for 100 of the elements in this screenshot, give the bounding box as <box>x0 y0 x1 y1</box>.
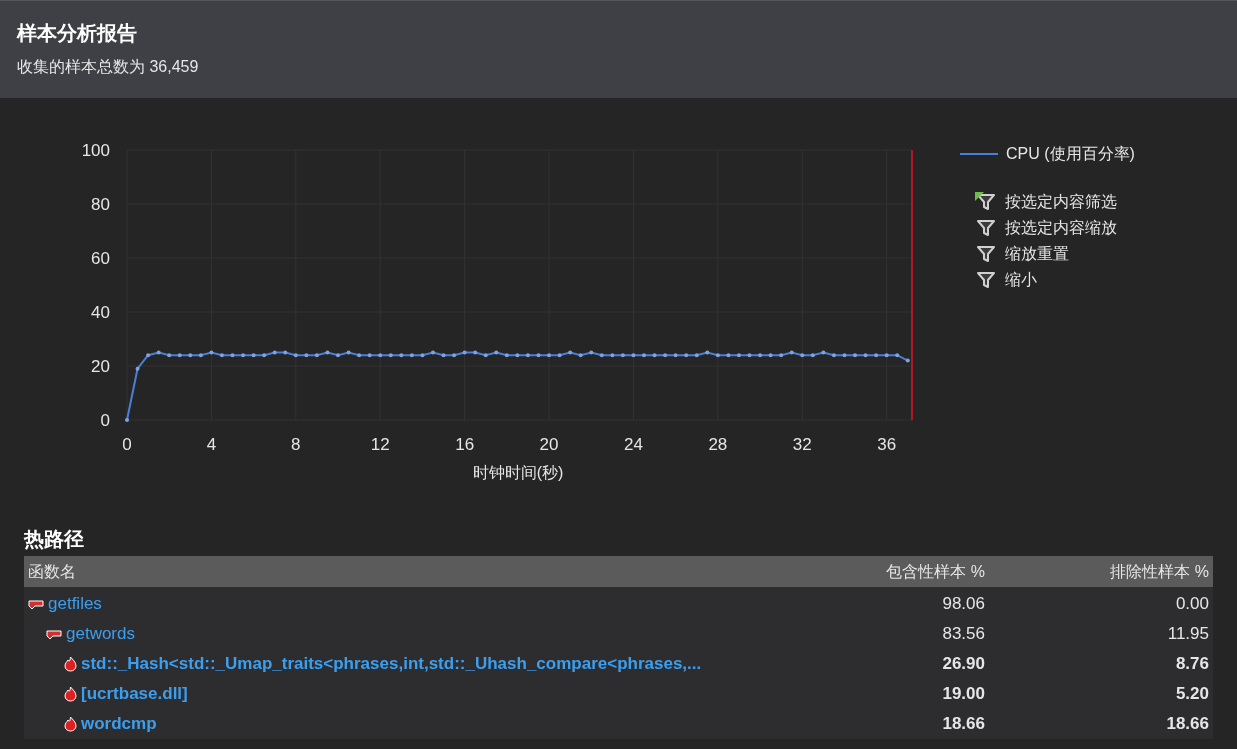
data-point <box>219 353 224 358</box>
data-point <box>146 353 151 358</box>
function-name-link[interactable]: wordcmp <box>81 711 157 737</box>
data-point <box>515 353 520 358</box>
x-tick-label: 36 <box>877 435 897 454</box>
function-name-link[interactable]: std::_Hash<std::_Umap_traits<phrases,int,std::_Uhash_compare<phrases,... <box>81 651 702 677</box>
data-point <box>620 353 625 358</box>
data-point <box>547 353 552 358</box>
data-point <box>378 353 383 358</box>
chart-action-button[interactable]: 缩放重置 <box>975 243 1135 265</box>
x-tick-label: 28 <box>708 435 728 454</box>
data-point <box>325 350 330 355</box>
data-point <box>874 353 879 358</box>
y-tick-label: 80 <box>91 195 110 214</box>
x-tick-label: 8 <box>291 435 301 454</box>
data-point <box>420 353 425 358</box>
data-point <box>599 353 604 358</box>
chart-action-button[interactable]: 按选定内容筛选 <box>975 191 1135 213</box>
data-point <box>336 353 340 358</box>
data-point <box>293 353 298 358</box>
column-header: 包含性样本 % <box>885 561 985 582</box>
legend-label: CPU (使用百分率) <box>1006 144 1135 164</box>
data-point <box>346 350 351 355</box>
data-point <box>177 353 182 358</box>
data-point <box>758 353 763 358</box>
data-point <box>314 353 319 358</box>
data-point <box>831 353 836 358</box>
x-tick-label: 20 <box>539 435 559 454</box>
function-name-link[interactable]: getfiles <box>48 591 102 617</box>
data-point <box>135 366 140 371</box>
data-point <box>125 418 129 422</box>
data-point <box>198 353 203 358</box>
data-point <box>726 353 731 358</box>
data-point <box>230 353 235 358</box>
data-point <box>715 353 720 358</box>
y-tick-label: 0 <box>100 411 110 430</box>
table-cell-text: 5.20 <box>1174 683 1209 706</box>
y-tick-label: 20 <box>91 357 110 376</box>
data-point <box>399 353 404 358</box>
data-point <box>283 350 288 355</box>
data-point <box>663 353 668 358</box>
table-cell-text: 8.76 <box>1174 653 1209 676</box>
chart-action-button[interactable]: 按选定内容缩放 <box>975 217 1135 239</box>
data-point <box>895 353 900 358</box>
hot-path-icon <box>28 598 44 610</box>
data-point <box>905 358 910 363</box>
data-point <box>431 350 435 355</box>
data-point <box>367 353 372 358</box>
section-title: 热路径 <box>24 527 85 552</box>
x-axis-label: 时钟时间(秒) <box>472 464 564 481</box>
legend-line-icon <box>960 153 998 155</box>
data-point <box>357 353 362 358</box>
y-tick-label: 40 <box>91 303 110 322</box>
data-point <box>810 353 815 358</box>
table-cell-text: 0.00 <box>1174 593 1209 616</box>
data-point <box>251 353 256 358</box>
data-point <box>462 350 467 355</box>
function-name-link[interactable]: [ucrtbase.dll] <box>81 681 188 707</box>
data-point <box>610 353 615 358</box>
y-tick-label: 60 <box>91 249 110 268</box>
x-tick-label: 16 <box>455 435 475 454</box>
data-point <box>156 350 161 355</box>
data-point <box>241 353 246 358</box>
table-cell-text: 18.66 <box>1165 713 1209 736</box>
data-point <box>578 353 583 358</box>
table-cell-text: 19.00 <box>941 683 985 706</box>
data-point <box>652 353 657 358</box>
data-point <box>304 353 309 358</box>
x-tick-label: 24 <box>624 435 643 454</box>
report-title: 样本分析报告 <box>17 21 138 46</box>
x-tick-label: 4 <box>206 435 217 454</box>
data-point <box>842 353 847 358</box>
data-point <box>452 353 457 358</box>
table-cell-text: 98.06 <box>941 593 985 616</box>
data-point <box>483 353 488 358</box>
data-point <box>209 350 214 355</box>
column-header: 排除性样本 % <box>1109 561 1209 582</box>
x-tick-label: 32 <box>792 435 812 454</box>
function-name-link[interactable]: getwords <box>66 621 135 647</box>
data-point <box>536 353 541 358</box>
hot-path-icon <box>46 628 62 640</box>
data-point <box>188 353 193 358</box>
data-point <box>557 353 562 358</box>
chart-action-button[interactable]: 缩小 <box>975 269 1135 291</box>
data-point <box>473 350 478 355</box>
data-point <box>409 353 414 358</box>
data-point <box>642 353 646 358</box>
table-cell-text: 26.90 <box>941 653 985 676</box>
data-point <box>262 353 267 358</box>
data-point <box>694 353 699 358</box>
column-header: 函数名 <box>28 561 77 582</box>
table-cell-text: 18.66 <box>941 713 985 736</box>
table-cell-text: 11.95 <box>1166 623 1209 646</box>
data-point <box>884 353 889 358</box>
x-tick-label: 0 <box>122 435 132 454</box>
data-point <box>789 350 794 355</box>
x-tick-label: 12 <box>370 435 390 454</box>
data-point <box>747 353 752 358</box>
flame-icon <box>64 656 77 672</box>
data-point <box>441 353 446 358</box>
